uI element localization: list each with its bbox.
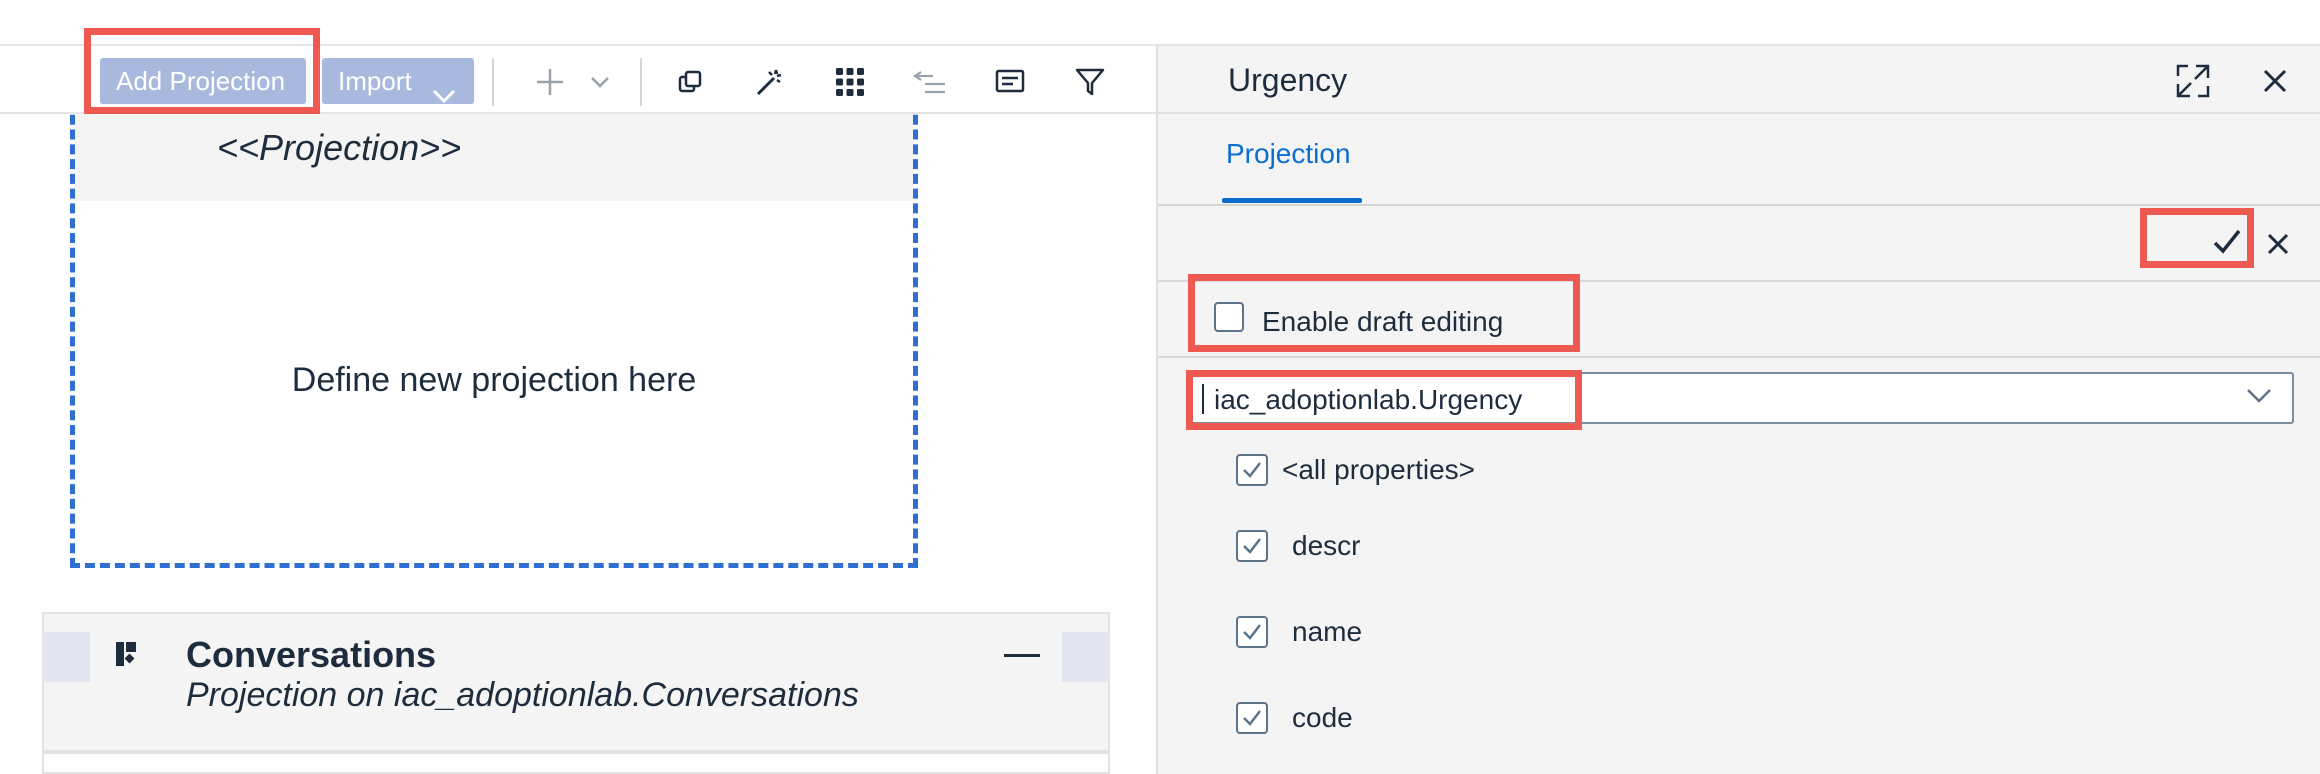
property-label: name xyxy=(1292,616,1363,647)
copy-icon[interactable] xyxy=(670,62,710,102)
expand-icon[interactable] xyxy=(2176,64,2210,103)
property-checkbox[interactable] xyxy=(1236,702,1268,734)
property-label: <all properties> xyxy=(1282,454,1476,485)
new-projection-card[interactable]: <<Projection>> Define new projection her… xyxy=(70,100,918,568)
panel-actions xyxy=(1158,208,2320,282)
projection-stereotype: <<Projection>> xyxy=(217,127,462,168)
import-button[interactable]: Import xyxy=(322,58,474,104)
chevron-down-icon[interactable] xyxy=(2246,386,2272,409)
add-projection-label: Add Projection xyxy=(116,66,286,96)
comment-icon[interactable] xyxy=(990,62,1030,102)
property-checkbox[interactable] xyxy=(1236,616,1268,648)
panel-tabs: Projection xyxy=(1158,114,2320,206)
property-checkbox[interactable] xyxy=(1236,530,1268,562)
entity-select-value: iac_adoptionlab.Urgency xyxy=(1214,384,1523,415)
projection-card-header: <<Projection>> xyxy=(75,105,913,201)
grid-icon[interactable] xyxy=(830,62,870,102)
cancel-icon[interactable] xyxy=(2266,232,2290,261)
indent-icon[interactable] xyxy=(910,62,950,102)
property-label: descr xyxy=(1292,530,1361,561)
close-icon[interactable] xyxy=(2262,68,2288,99)
draft-editing-checkbox[interactable] xyxy=(1214,302,1244,332)
magic-wand-icon[interactable] xyxy=(750,62,790,102)
confirm-icon[interactable] xyxy=(2212,228,2242,261)
entity-subtitle: Projection on iac_adoptionlab.Conversati… xyxy=(186,676,859,714)
plus-icon[interactable] xyxy=(530,62,570,102)
text-cursor xyxy=(1202,384,1204,414)
filter-icon[interactable] xyxy=(1070,62,1110,102)
properties-panel: Urgency Projection Enable draft editing … xyxy=(1156,44,2320,774)
add-projection-button[interactable]: Add Projection xyxy=(100,58,306,104)
entity-card-body xyxy=(42,752,1110,774)
card-band-left xyxy=(42,632,90,682)
collapse-button[interactable] xyxy=(1004,654,1040,657)
import-label: Import xyxy=(338,66,412,96)
toolbar-separator xyxy=(492,58,494,106)
chevron-down-icon xyxy=(432,72,456,118)
property-label: code xyxy=(1292,702,1353,733)
draft-editing-label: Enable draft editing xyxy=(1262,306,1504,337)
conversations-entity-card[interactable]: Conversations Projection on iac_adoption… xyxy=(42,612,1110,752)
canvas-toolbar: Add Projection Import xyxy=(0,44,1156,114)
entity-icon xyxy=(114,640,144,675)
canvas-area: Add Projection Import <<Projection>> Def… xyxy=(0,0,1156,774)
toolbar-separator xyxy=(640,58,642,106)
property-checkbox[interactable] xyxy=(1236,454,1268,486)
tab-selected-indicator xyxy=(1222,198,1362,203)
draft-editing-row: Enable draft editing xyxy=(1158,284,2320,358)
entity-select[interactable]: iac_adoptionlab.Urgency xyxy=(1188,372,2294,424)
panel-header: Urgency xyxy=(1158,44,2320,114)
chevron-down-icon[interactable] xyxy=(580,62,620,102)
entity-name: Conversations xyxy=(186,634,437,675)
panel-title: Urgency xyxy=(1228,62,1348,98)
tab-projection[interactable]: Projection xyxy=(1226,138,1351,170)
card-band-right xyxy=(1062,632,1110,682)
define-projection-placeholder: Define new projection here xyxy=(291,361,697,399)
